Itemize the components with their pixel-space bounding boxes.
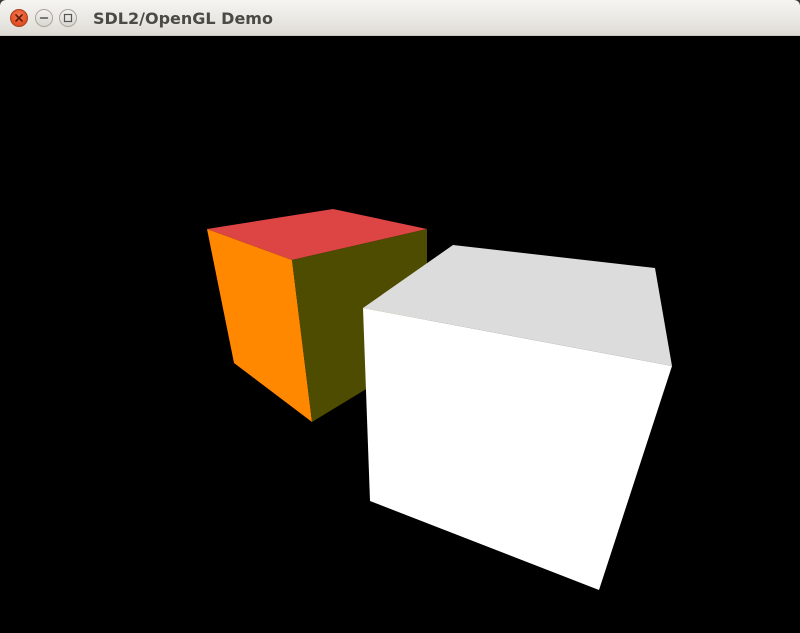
window-title: SDL2/OpenGL Demo — [93, 9, 273, 28]
minimize-button[interactable] — [35, 9, 53, 27]
close-icon — [15, 14, 23, 22]
app-window: SDL2/OpenGL Demo — [0, 0, 800, 633]
opengl-viewport[interactable] — [0, 36, 800, 633]
title-bar[interactable]: SDL2/OpenGL Demo — [0, 0, 800, 36]
large-cube — [363, 245, 672, 590]
minimize-icon — [39, 17, 49, 19]
close-button[interactable] — [10, 9, 28, 27]
maximize-button[interactable] — [59, 9, 77, 27]
scene-canvas — [207, 209, 672, 590]
maximize-icon — [63, 13, 73, 23]
